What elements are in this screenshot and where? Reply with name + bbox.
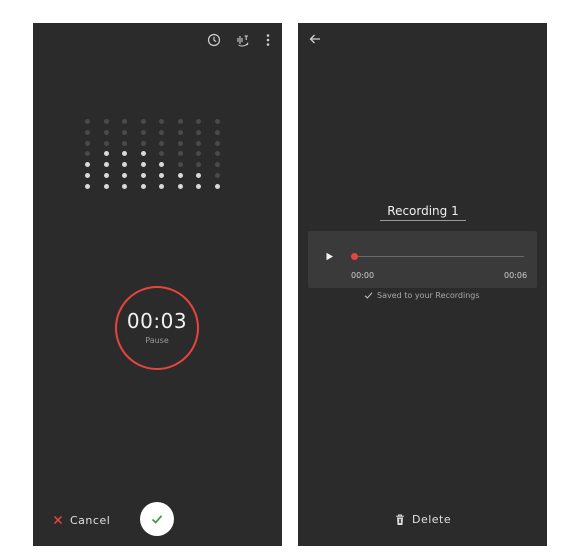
check-icon [151,515,163,524]
level-dot [103,129,109,135]
level-dot [159,151,164,157]
level-dot [159,140,164,146]
stt-icon[interactable] [235,32,251,48]
level-dot [122,183,127,189]
level-dot [140,119,146,124]
level-dot [177,162,183,168]
level-dot [140,151,146,157]
level-dot [214,151,220,157]
progress-knob[interactable] [351,253,358,260]
level-dot [196,173,201,178]
level-dot [214,173,220,178]
recording-screen: 00:03 Pause Cancel [33,23,282,546]
level-dot [122,119,127,124]
level-dot [159,119,164,124]
pause-label: Pause [145,336,169,345]
level-dot [177,151,183,157]
level-dot [177,140,183,146]
level-dot [85,183,90,189]
level-dot [196,151,201,157]
audio-player: 00:00 00:06 [308,231,537,288]
level-dot [103,162,109,168]
play-icon[interactable] [325,252,334,261]
level-dot [85,129,90,135]
progress-track[interactable] [352,256,524,257]
level-dot [159,173,164,178]
level-dot [196,183,201,189]
level-dot [85,151,90,157]
level-dot [196,129,201,135]
cancel-label: Cancel [70,513,111,527]
cancel-button[interactable]: Cancel [53,510,110,530]
level-dot [122,173,127,178]
saved-message: Saved to your Recordings [377,291,480,300]
level-dot [103,151,109,157]
level-dot [140,129,146,135]
level-dot [159,129,164,135]
elapsed-time: 00:00 [351,271,375,280]
level-dot [177,119,183,124]
level-dot [85,119,90,124]
level-dot [140,183,146,189]
level-dot [159,162,164,168]
level-dot [214,129,220,135]
level-dot [122,162,127,168]
saved-recording-screen: Recording 1 00:00 00:06 Saved to your Re… [298,23,547,546]
history-icon[interactable] [206,32,222,48]
level-dot [122,140,127,146]
audio-level-meter [85,119,229,191]
level-dot [214,162,220,168]
more-options-icon[interactable] [260,32,276,48]
level-dot [214,140,220,146]
level-dot [140,140,146,146]
level-dot [122,151,127,157]
level-dot [85,173,90,178]
level-dot [177,173,183,178]
trash-icon [396,514,404,525]
level-dot [103,119,109,124]
level-dot [214,119,220,124]
delete-label: Delete [412,513,452,526]
level-dot [140,173,146,178]
pause-timer-button[interactable]: 00:03 Pause [115,286,199,370]
level-dot [177,129,183,135]
back-arrow-icon[interactable] [308,32,322,46]
level-dot [103,173,109,178]
level-dot [122,129,127,135]
level-dot [85,140,90,146]
level-dot [103,140,109,146]
saved-notice: Saved to your Recordings [364,291,480,300]
level-dot [85,162,90,168]
level-dot [196,119,201,124]
check-icon [364,292,373,299]
close-icon [53,515,63,525]
level-dot [196,162,201,168]
level-dot [140,162,146,168]
total-duration: 00:06 [504,271,528,280]
recording-title[interactable]: Recording 1 [380,204,466,221]
level-dot [196,140,201,146]
level-dot [214,183,220,189]
level-dot [159,183,164,189]
confirm-button[interactable] [140,502,174,536]
level-dot [103,183,109,189]
level-dot [177,183,183,189]
timer-display: 00:03 [126,309,188,333]
delete-button[interactable]: Delete [395,513,451,526]
